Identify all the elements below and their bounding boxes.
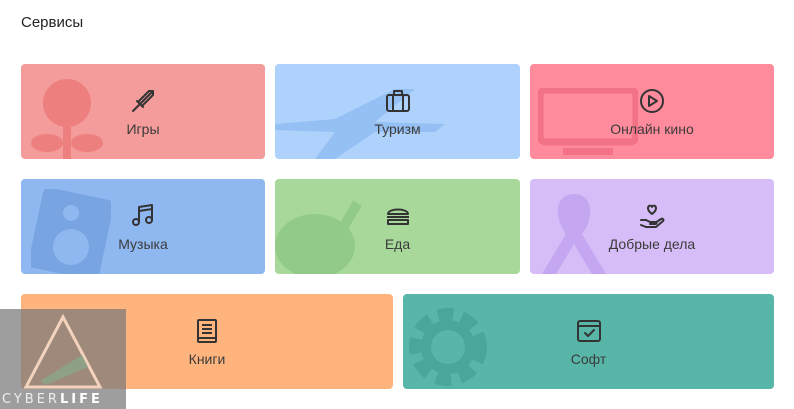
tile-online-cinema[interactable]: Онлайн кино <box>530 64 774 159</box>
cyberlife-watermark: CYBERLIFE <box>0 309 126 409</box>
burger-icon <box>386 208 409 225</box>
tile-label: Музыка <box>118 235 168 252</box>
music-note-icon <box>132 203 153 226</box>
tile-food[interactable]: Еда <box>275 179 520 274</box>
tile-good-deeds[interactable]: Добрые дела <box>530 179 774 274</box>
flower-bg-icon <box>31 79 103 159</box>
heart-hand-icon <box>640 204 665 228</box>
airplane-bg-icon <box>275 89 445 159</box>
tile-music[interactable]: Музыка <box>21 179 265 274</box>
suitcase-icon <box>385 89 410 112</box>
gear-bg-icon <box>409 308 487 386</box>
book-icon <box>197 318 217 343</box>
tile-software[interactable]: Софт <box>403 294 774 389</box>
tile-label: Книги <box>188 350 226 367</box>
tile-label: Игры <box>126 120 160 137</box>
page-title: Сервисы <box>21 14 84 31</box>
triangle-logo-icon <box>23 313 103 389</box>
ribbon-bg-icon <box>542 194 606 274</box>
tile-label: Туризм <box>374 120 421 137</box>
watermark-text: CYBERLIFE <box>2 392 103 407</box>
tile-tourism[interactable]: Туризм <box>275 64 520 159</box>
tile-label: Софт <box>570 350 607 367</box>
tile-games[interactable]: Игры <box>21 64 265 159</box>
tile-label: Еда <box>384 235 411 252</box>
play-circle-icon <box>640 88 664 113</box>
chicken-leg-bg-icon <box>275 200 362 274</box>
tile-label: Добрые дела <box>608 235 696 252</box>
sword-icon <box>132 89 154 112</box>
speaker-bg-icon <box>31 189 111 274</box>
tile-label: Онлайн кино <box>610 120 694 137</box>
software-window-icon <box>576 319 601 342</box>
